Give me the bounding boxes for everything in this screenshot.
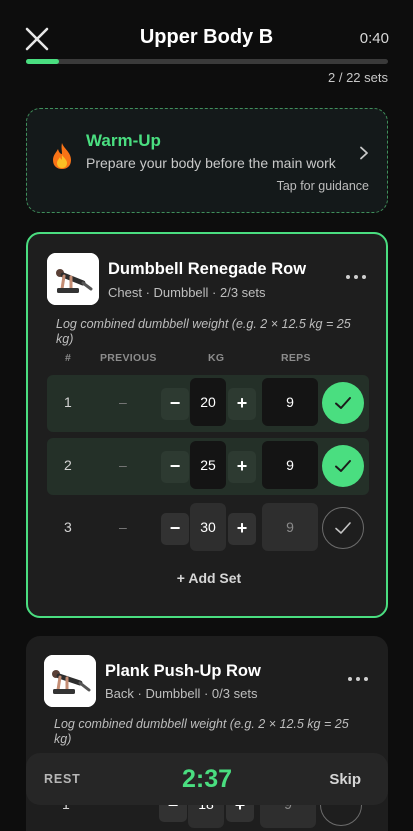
page-title: Upper Body B xyxy=(139,26,274,48)
check-icon xyxy=(335,522,351,534)
weight-decrement-button[interactable]: − xyxy=(161,513,189,545)
workout-progress-bar xyxy=(26,59,388,64)
exercise-card: Dumbbell Renegade Row Chest · Dumbbell ·… xyxy=(26,232,388,618)
more-options-icon[interactable] xyxy=(346,274,368,282)
check-icon xyxy=(335,460,351,472)
weight-input[interactable]: 20 xyxy=(190,378,226,426)
complete-set-button[interactable] xyxy=(322,445,364,487)
set-previous: – xyxy=(119,457,127,473)
column-header-reps: REPS xyxy=(281,352,311,364)
check-icon xyxy=(335,397,351,409)
set-row: 2 – − 25 + 9 xyxy=(47,438,369,495)
set-row: 1 – − 20 + 9 xyxy=(47,375,369,432)
warmup-title: Warm-Up xyxy=(86,131,161,150)
column-header-number: # xyxy=(65,352,72,364)
chevron-right-icon xyxy=(359,146,369,160)
set-number: 3 xyxy=(64,519,72,535)
add-set-button[interactable]: + Add Set xyxy=(28,570,390,586)
set-row: 3 – − 30 + 9 xyxy=(47,500,369,557)
set-number: 1 xyxy=(64,394,72,410)
weight-input[interactable]: 25 xyxy=(190,441,226,489)
column-header-previous: PREVIOUS xyxy=(100,352,157,364)
warmup-description: Prepare your body before the main work xyxy=(86,155,336,171)
rest-timer-bar: REST 2:37 Skip xyxy=(26,753,388,805)
header: Upper Body B 0:40 xyxy=(0,0,413,60)
column-header-kg: KG xyxy=(208,352,225,364)
weight-increment-button[interactable]: + xyxy=(228,451,256,483)
set-previous: – xyxy=(119,394,127,410)
weight-decrement-button[interactable]: − xyxy=(161,451,189,483)
reps-input[interactable]: 9 xyxy=(262,503,318,551)
weight-decrement-button[interactable]: − xyxy=(161,388,189,420)
exercise-note: Log combined dumbbell weight (e.g. 2 × 1… xyxy=(56,317,351,346)
exercise-meta: Chest · Dumbbell · 2/3 sets xyxy=(108,285,266,300)
set-previous: – xyxy=(119,519,127,535)
exercise-thumbnail xyxy=(47,253,99,305)
workout-progress-fill xyxy=(26,59,59,64)
sets-count: 2 / 22 sets xyxy=(328,70,388,85)
more-options-icon[interactable] xyxy=(348,676,370,684)
exercise-thumbnail xyxy=(44,655,96,707)
skip-rest-button[interactable]: Skip xyxy=(329,771,361,788)
exercise-meta: Back · Dumbbell · 0/3 sets xyxy=(105,686,258,701)
weight-input[interactable]: 30 xyxy=(190,503,226,551)
workout-screen: Upper Body B 0:40 2 / 22 sets Warm-Up Pr… xyxy=(0,0,413,831)
exercise-note: Log combined dumbbell weight (e.g. 2 × 1… xyxy=(54,717,349,746)
elapsed-timer: 0:40 xyxy=(359,30,389,47)
warmup-hint: Tap for guidance xyxy=(276,179,369,193)
flame-icon xyxy=(47,141,77,171)
weight-increment-button[interactable]: + xyxy=(228,388,256,420)
complete-set-button[interactable] xyxy=(322,382,364,424)
exercise-name: Dumbbell Renegade Row xyxy=(108,260,307,278)
complete-set-button[interactable] xyxy=(322,507,364,549)
reps-input[interactable]: 9 xyxy=(262,441,318,489)
reps-input[interactable]: 9 xyxy=(262,378,318,426)
exercise-name: Plank Push-Up Row xyxy=(105,662,261,680)
weight-increment-button[interactable]: + xyxy=(228,513,256,545)
warmup-card[interactable]: Warm-Up Prepare your body before the mai… xyxy=(26,108,388,213)
set-number: 2 xyxy=(64,457,72,473)
